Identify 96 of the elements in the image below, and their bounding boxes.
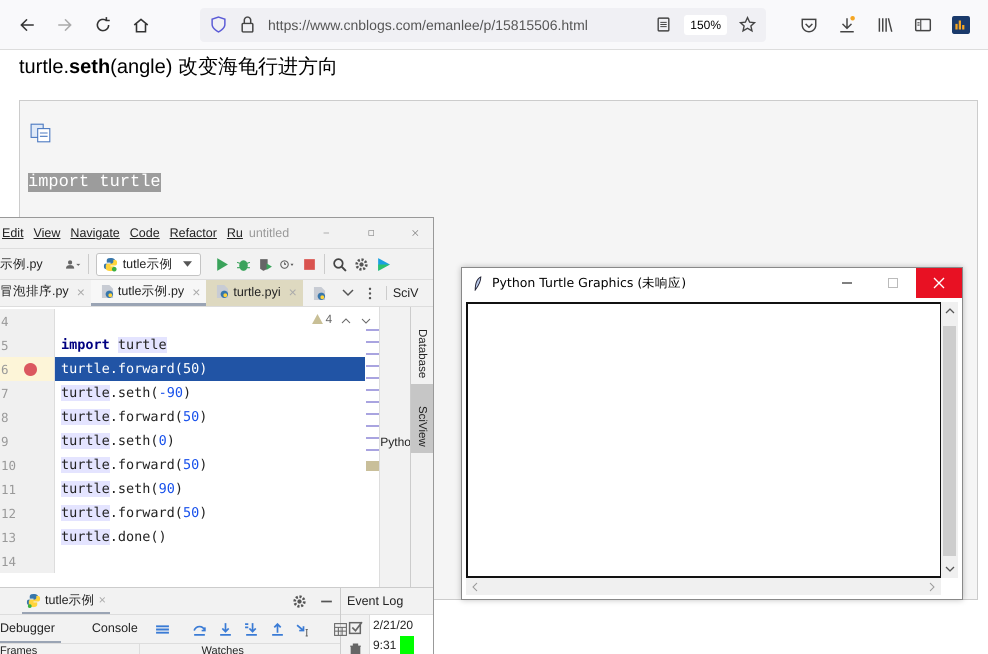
code-line: turtle.done() [61, 529, 167, 545]
step-into-icon[interactable] [218, 622, 233, 636]
breakpoint-dot[interactable] [24, 362, 37, 376]
home-icon[interactable] [132, 16, 150, 34]
line-number: 11 [1, 482, 16, 496]
event-log-title: Event Log [346, 593, 404, 610]
file-tab[interactable]: turtle.pyi × [206, 280, 303, 306]
shield-icon[interactable] [210, 16, 227, 33]
python-file-icon[interactable] [312, 286, 326, 300]
trash-icon[interactable] [348, 643, 362, 654]
settings-icon[interactable] [354, 256, 370, 272]
vertical-scrollbar[interactable] [941, 302, 958, 578]
reload-icon[interactable] [94, 16, 112, 34]
project-title: untitled [248, 226, 290, 240]
debug-tab[interactable]: Console [72, 615, 144, 643]
line-number: 7 [1, 386, 9, 400]
log-time: 9:31 [373, 637, 396, 654]
debug-session-tab[interactable]: tutle示例 × [22, 588, 110, 614]
python-logo-icon [102, 256, 118, 272]
python-file-icon [100, 284, 114, 299]
side-tab[interactable]: Database [411, 307, 433, 384]
run-icon[interactable] [214, 256, 230, 272]
menu-item[interactable]: Edit [2, 226, 24, 240]
maximize-icon[interactable] [368, 227, 374, 239]
triangle-logo-icon[interactable] [376, 256, 392, 272]
caret-icon [183, 261, 192, 267]
force-step-icon[interactable] [244, 622, 259, 636]
line-number: 13 [1, 530, 16, 544]
file-tab[interactable]: 冒泡排序.py × [0, 280, 91, 306]
code-text: import turtle [28, 173, 161, 192]
search-icon[interactable] [332, 256, 348, 272]
line-number: 14 [1, 554, 16, 568]
star-icon[interactable] [739, 16, 756, 33]
code-line: turtle.forward(50) [61, 409, 208, 425]
menu-item[interactable]: View [34, 226, 60, 240]
warning-count[interactable]: 4 [312, 312, 332, 326]
code-line: turtle.seth(-90) [61, 385, 192, 401]
python-logo-icon [26, 592, 41, 608]
frames-header: Frames [0, 644, 38, 654]
down-icon[interactable] [361, 318, 372, 324]
pocket-icon[interactable] [800, 16, 818, 34]
settings-icon[interactable] [292, 594, 307, 608]
file-breadcrumb[interactable]: 示例.py [0, 256, 43, 272]
run-config-dropdown[interactable]: tutle示例 [96, 252, 202, 276]
shield-run-icon[interactable] [258, 256, 274, 272]
line-number: 4 [1, 314, 9, 328]
copy-icon[interactable] [30, 123, 52, 143]
lock-icon [239, 16, 256, 33]
code-line: import turtle [61, 337, 167, 353]
panel-tab[interactable]: SciV [386, 286, 419, 300]
python-file-icon [216, 284, 230, 299]
line-number: 10 [1, 458, 16, 472]
line-number: 8 [1, 410, 9, 424]
url-text: https://www.cnblogs.com/emanlee/p/15815506.html [268, 16, 588, 32]
stop-icon[interactable] [302, 256, 318, 272]
line-number: 5 [1, 338, 9, 352]
code-line: turtle.seth(90) [61, 481, 183, 497]
line-number: 12 [1, 506, 16, 520]
code-line: turtle.forward(50) [61, 361, 208, 377]
status-block [400, 636, 414, 654]
close-icon[interactable] [412, 227, 419, 239]
line-number: 6 [1, 362, 9, 376]
zoom-level-button[interactable]: 150% [684, 14, 727, 34]
bar-chart-icon[interactable] [952, 16, 970, 34]
address-bar[interactable]: https://www.cnblogs.com/emanlee/p/15815506.html 150% [200, 8, 766, 42]
panel-text: Pytho [380, 435, 410, 449]
watches-header: Watches [138, 644, 340, 654]
library-icon[interactable] [876, 16, 894, 34]
scroll-down-icon[interactable] [944, 566, 954, 572]
checkbox-icon[interactable] [348, 620, 362, 635]
chevron-down-icon[interactable] [342, 289, 354, 297]
reader-view-icon[interactable] [655, 16, 672, 33]
calculator-icon[interactable] [332, 622, 348, 636]
line-number: 9 [1, 434, 9, 448]
download-icon[interactable] [838, 16, 856, 34]
sidebar-icon[interactable] [914, 16, 932, 34]
menu-item[interactable]: Navigate [70, 226, 120, 240]
menu-item[interactable]: Refactor [170, 226, 217, 240]
code-line: turtle.forward(50) [61, 457, 208, 473]
code-line: turtle.seth(0) [61, 433, 175, 449]
file-tab[interactable]: tutle示例.py × [90, 280, 206, 306]
run-to-cursor-icon[interactable] [296, 622, 311, 636]
feather-icon [474, 276, 482, 290]
side-tab[interactable]: SciView [411, 384, 433, 453]
log-date: 2/21/20 [373, 618, 414, 632]
section-heading: turtle.seth(angle) 改变海龟行进方向 [19, 55, 339, 80]
more-icon[interactable] [368, 286, 372, 300]
up-icon[interactable] [341, 318, 352, 324]
menu-item[interactable]: Ru [226, 226, 243, 240]
window-title: Python Turtle Graphics (未响应) [492, 274, 686, 292]
code-line: turtle.forward(50) [61, 505, 208, 521]
close-button[interactable] [916, 268, 962, 298]
debug-tab[interactable]: Debugger [0, 615, 61, 643]
step-out-icon[interactable] [270, 622, 285, 636]
menu-item[interactable]: Code [130, 226, 160, 240]
scroll-up-icon[interactable] [944, 308, 954, 314]
